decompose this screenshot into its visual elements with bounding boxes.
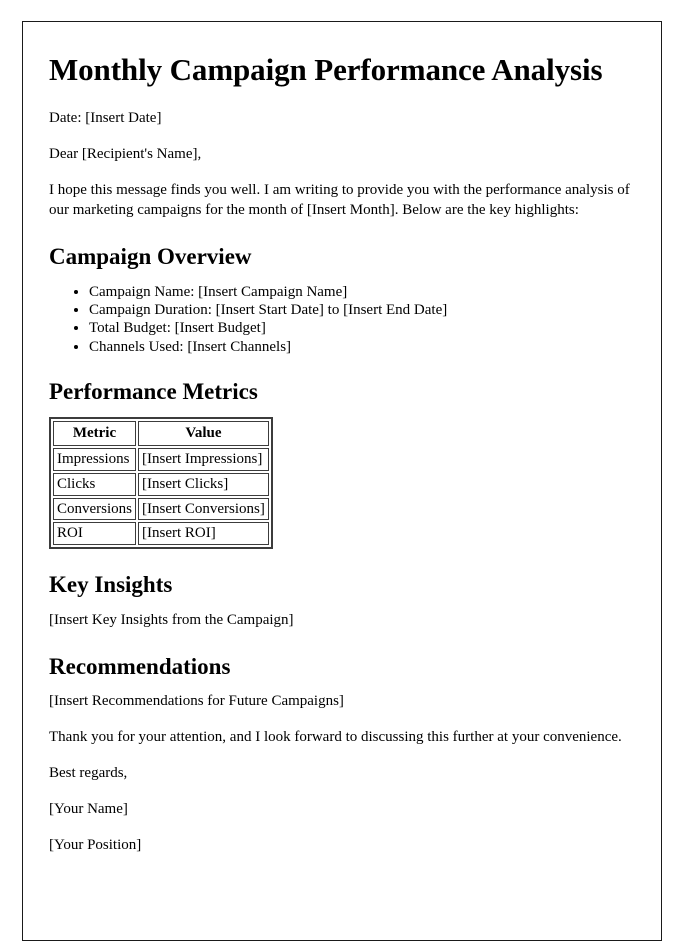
table-row: ROI [Insert ROI] [53, 522, 269, 546]
sign-off: Best regards, [49, 765, 128, 782]
intro-paragraph: I hope this message finds you well. I am… [49, 182, 630, 219]
closing-paragraph: Thank you for your attention, and I look… [49, 729, 622, 746]
campaign-overview-list: Campaign Name: [Insert Campaign Name] Ca… [49, 283, 635, 356]
recommendations-body: [Insert Recommendations for Future Campa… [49, 693, 344, 710]
signature-position: [Your Position] [49, 837, 142, 854]
list-item: Channels Used: [Insert Channels] [89, 338, 635, 356]
cell-value: [Insert Impressions] [138, 448, 269, 471]
column-header-value: Value [138, 421, 269, 447]
signature-name: [Your Name] [49, 801, 128, 818]
cell-metric: ROI [53, 522, 136, 546]
date-line: Date: [Insert Date] [49, 110, 162, 127]
table-header-row: Metric Value [53, 421, 269, 447]
heading-key-insights: Key Insights [49, 572, 173, 598]
cell-metric: Conversions [53, 497, 136, 521]
cell-metric: Clicks [53, 472, 136, 496]
heading-performance-metrics: Performance Metrics [49, 378, 258, 404]
cell-value: [Insert Conversions] [138, 497, 269, 521]
table-row: Conversions [Insert Conversions] [53, 497, 269, 521]
key-insights-body: [Insert Key Insights from the Campaign] [49, 611, 294, 628]
page-title: Monthly Campaign Performance Analysis [49, 52, 603, 87]
list-item: Total Budget: [Insert Budget] [89, 319, 635, 337]
list-item: Campaign Name: [Insert Campaign Name] [89, 283, 635, 301]
cell-value: [Insert ROI] [138, 522, 269, 546]
heading-recommendations: Recommendations [49, 653, 231, 679]
performance-metrics-table: Metric Value Impressions [Insert Impress… [49, 417, 273, 550]
heading-campaign-overview: Campaign Overview [49, 244, 252, 270]
table-row: Impressions [Insert Impressions] [53, 448, 269, 471]
table-head: Metric Value [53, 421, 269, 447]
salutation: Dear [Recipient's Name], [49, 146, 202, 163]
cell-metric: Impressions [53, 448, 136, 471]
document-page: Monthly Campaign Performance Analysis Da… [22, 21, 662, 941]
cell-value: [Insert Clicks] [138, 472, 269, 496]
table-body: Impressions [Insert Impressions] Clicks … [53, 448, 269, 546]
table-row: Clicks [Insert Clicks] [53, 472, 269, 496]
list-item: Campaign Duration: [Insert Start Date] t… [89, 301, 635, 319]
column-header-metric: Metric [53, 421, 136, 447]
